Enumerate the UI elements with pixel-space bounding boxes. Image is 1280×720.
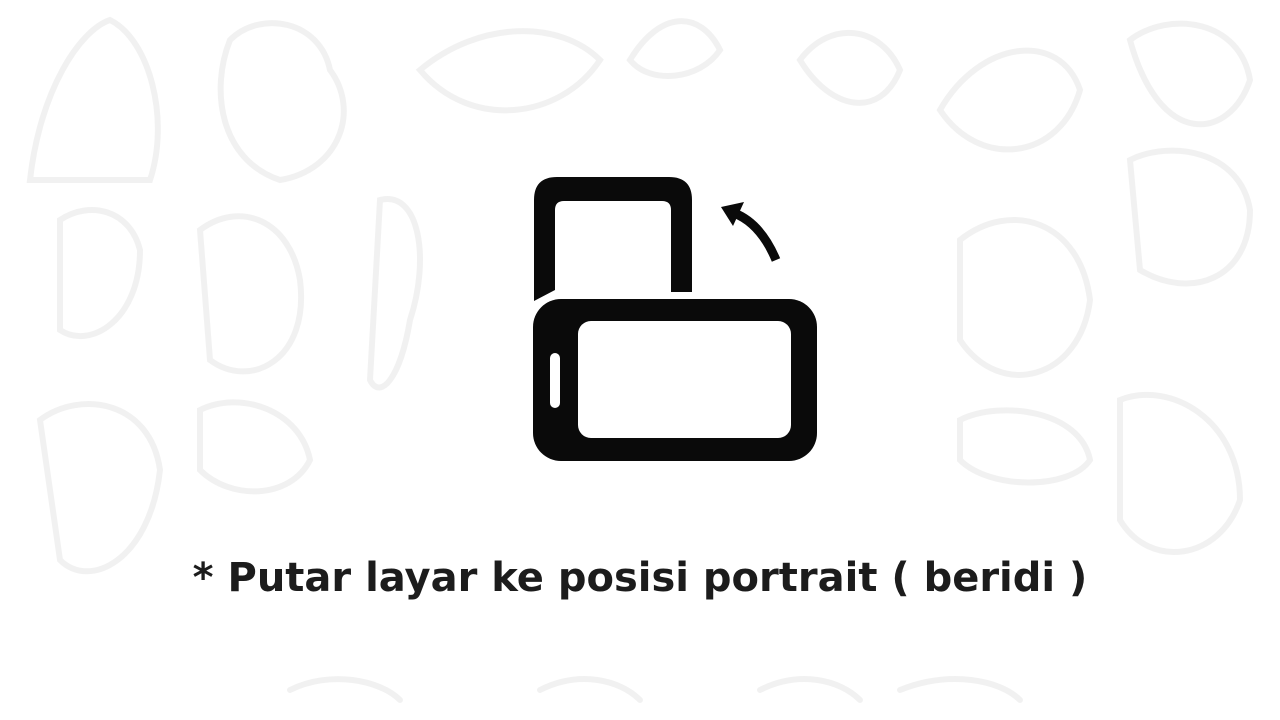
rotate-device-icon	[533, 177, 817, 461]
rotate-arrow-icon	[721, 202, 781, 262]
rotate-instruction-text: * Putar layar ke posisi portrait ( berid…	[192, 555, 1088, 601]
rotate-device-overlay: * Putar layar ke posisi portrait ( berid…	[0, 0, 1280, 720]
landscape-phone-icon	[533, 299, 817, 461]
portrait-phone-icon	[534, 177, 692, 301]
